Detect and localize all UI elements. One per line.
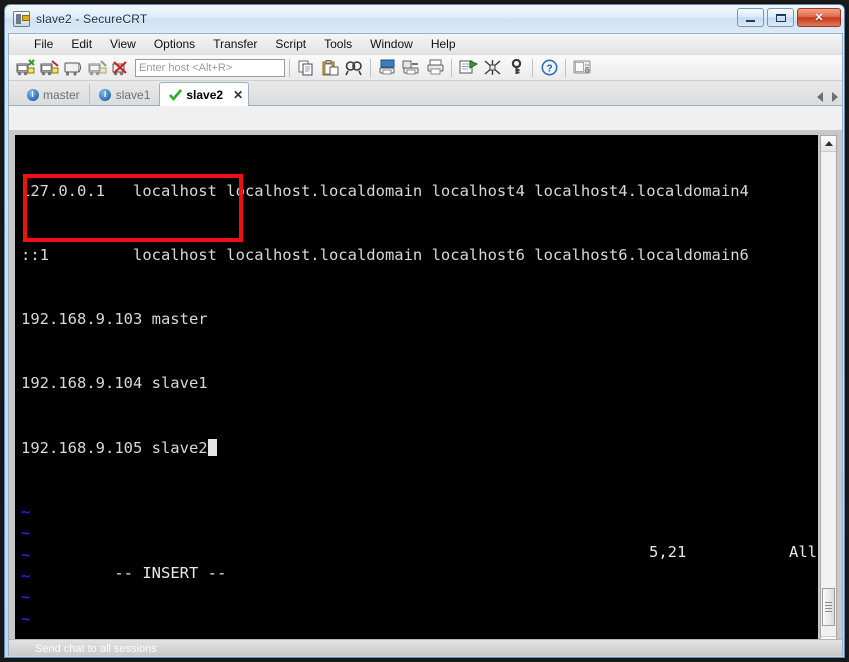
- tab-label: slave1: [115, 87, 151, 102]
- disconnect-icon[interactable]: [110, 57, 132, 78]
- toolbar-separator-2: [370, 58, 371, 77]
- tab-label: slave2: [186, 87, 224, 102]
- terminal-line: 192.168.9.103 master: [21, 310, 208, 329]
- scrollbar-thumb[interactable]: [822, 588, 835, 626]
- toolbar-separator-5: [565, 58, 566, 77]
- terminal-line-text: 192.168.9.105 slave2: [21, 438, 208, 457]
- terminal-line: 127.0.0.1 localhost localhost.localdomai…: [21, 181, 749, 200]
- find-icon[interactable]: [343, 57, 365, 78]
- scroll-left-icon[interactable]: [817, 92, 823, 102]
- maximize-icon: [775, 13, 786, 22]
- tab-slave1[interactable]: i slave1: [88, 84, 160, 105]
- vim-cursor-position: 5,21: [649, 542, 687, 561]
- maximize-button[interactable]: [767, 8, 794, 27]
- terminal-region: 127.0.0.1 localhost localhost.localdomai…: [9, 130, 842, 655]
- menu-file[interactable]: File: [25, 35, 62, 53]
- session-options-icon[interactable]: [457, 57, 479, 78]
- toolbar-separator-3: [451, 58, 452, 77]
- status-bar-text: Send chat to all sessions: [35, 643, 157, 655]
- terminal-line: ::1 localhost localhost.localdomain loca…: [21, 246, 749, 265]
- terminal-line: 192.168.9.104 slave1: [21, 374, 208, 393]
- scroll-right-icon[interactable]: [832, 92, 838, 102]
- terminal-line-with-cursor: 192.168.9.105 slave2: [21, 438, 749, 459]
- new-session-icon[interactable]: [14, 57, 36, 78]
- menu-help[interactable]: Help: [422, 35, 465, 53]
- minimize-button[interactable]: [737, 8, 764, 27]
- close-button[interactable]: ✕: [797, 8, 841, 27]
- info-icon: i: [99, 88, 112, 101]
- vim-status-line: -- INSERT -- 5,21 All: [21, 542, 817, 649]
- new-tab-icon[interactable]: [62, 57, 84, 78]
- toolbar-separator: [289, 58, 290, 77]
- check-icon: [169, 88, 183, 101]
- help-icon[interactable]: ?: [538, 57, 560, 78]
- securecrt-window: slave2 - SecureCRT ✕ File Edit View Opti…: [4, 4, 845, 658]
- menu-transfer[interactable]: Transfer: [204, 35, 266, 53]
- status-bar: Send chat to all sessions: [9, 639, 842, 656]
- clone-session-icon[interactable]: [38, 57, 60, 78]
- menu-edit[interactable]: Edit: [62, 35, 101, 53]
- vim-tilde-marker: ~: [21, 502, 31, 521]
- info-icon: i: [26, 88, 39, 101]
- print-icon[interactable]: [424, 57, 446, 78]
- title-bar: slave2 - SecureCRT ✕: [5, 5, 844, 33]
- vim-mode-label: -- INSERT --: [114, 564, 227, 583]
- menu-window[interactable]: Window: [361, 35, 422, 53]
- tab-slave2[interactable]: slave2 ✕: [159, 82, 250, 106]
- scrollbar-up-button[interactable]: [821, 136, 836, 152]
- tab-scroll-buttons: [817, 92, 838, 102]
- arrange-icon[interactable]: [481, 57, 503, 78]
- tab-label: master: [43, 87, 80, 102]
- tab-close-icon[interactable]: ✕: [233, 88, 243, 102]
- text-cursor: [207, 438, 217, 456]
- window-controls: ✕: [737, 8, 841, 27]
- reconnect-icon[interactable]: [86, 57, 108, 78]
- menu-tools[interactable]: Tools: [315, 35, 361, 53]
- paste-icon[interactable]: [319, 57, 341, 78]
- securecrt-app-icon: [13, 11, 30, 27]
- vim-scroll-indicator: All: [789, 542, 817, 561]
- scrollbar-grip-icon: [825, 600, 832, 614]
- client-area: File Edit View Options Transfer Script T…: [8, 33, 843, 656]
- menu-bar: File Edit View Options Transfer Script T…: [9, 34, 842, 55]
- window-title: slave2 - SecureCRT: [36, 12, 148, 26]
- menu-view[interactable]: View: [101, 35, 145, 53]
- tab-bar: i master i slave1 slave2 ✕: [9, 81, 842, 106]
- menu-options[interactable]: Options: [145, 35, 204, 53]
- minimize-icon: [746, 19, 755, 22]
- print-screen-icon[interactable]: [376, 57, 398, 78]
- toolbar: Enter host <Alt+R> ?: [9, 55, 842, 81]
- session-manager-icon[interactable]: [571, 57, 593, 78]
- host-input[interactable]: Enter host <Alt+R>: [135, 58, 285, 77]
- terminal-screen[interactable]: 127.0.0.1 localhost localhost.localdomai…: [15, 135, 818, 653]
- menu-script[interactable]: Script: [266, 35, 315, 53]
- terminal-scrollbar[interactable]: [820, 135, 837, 653]
- tab-master[interactable]: i master: [17, 84, 89, 105]
- close-icon: ✕: [814, 12, 824, 24]
- svg-text:?: ?: [546, 63, 552, 74]
- toolbar-separator-4: [532, 58, 533, 77]
- key-icon[interactable]: [505, 57, 527, 78]
- scroll-up-icon: [824, 141, 833, 146]
- copy-icon[interactable]: [295, 57, 317, 78]
- log-session-icon[interactable]: [400, 57, 422, 78]
- host-input-placeholder: Enter host <Alt+R>: [139, 61, 233, 74]
